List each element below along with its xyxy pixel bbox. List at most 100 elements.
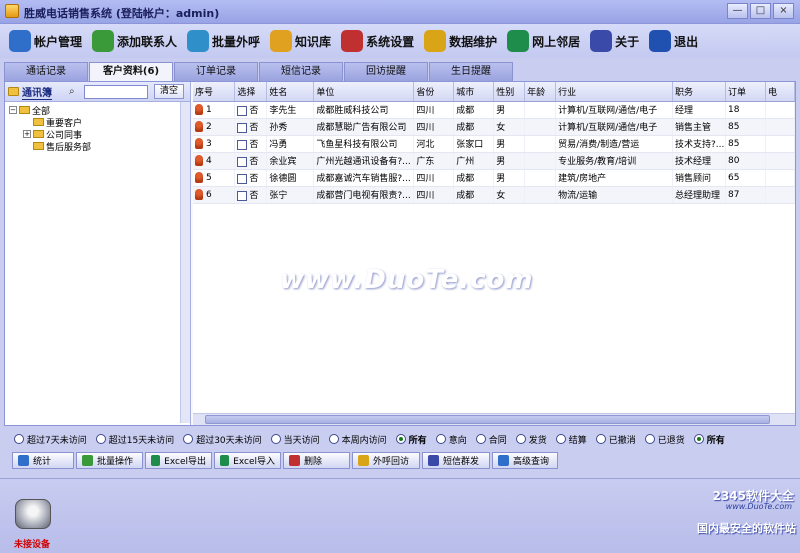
column-header[interactable]: 行业 — [555, 82, 674, 102]
query-button[interactable]: 高级查询 — [492, 452, 558, 469]
sms-button[interactable]: 短信群发 — [422, 452, 490, 469]
tab-3[interactable]: 短信记录 — [259, 62, 343, 81]
tree-node[interactable]: 售后服务部 — [9, 140, 186, 153]
toolbar-button-add-contact[interactable]: 添加联系人 — [89, 26, 180, 56]
column-header[interactable]: 年龄 — [524, 82, 557, 102]
radio-button[interactable] — [435, 434, 446, 444]
column-header[interactable]: 电 — [765, 82, 795, 102]
cell-6: 男 — [493, 169, 526, 187]
radio-button[interactable] — [183, 434, 194, 444]
table-row[interactable]: 1 否李先生 成都胜威科技公司 四川 成都男 计算机/互联网/通信/电子 经理 18 — [193, 101, 795, 119]
clear-button[interactable]: 清空 — [154, 84, 184, 99]
tab-1[interactable]: 客户资料(6) — [89, 62, 173, 82]
select-checkbox[interactable] — [237, 139, 248, 150]
column-header[interactable]: 单位 — [313, 82, 415, 102]
toolbar-button-batch-call[interactable]: 批量外呼 — [184, 26, 263, 56]
column-header[interactable]: 城市 — [453, 82, 495, 102]
radio-button[interactable] — [328, 434, 339, 444]
close-button[interactable]: × — [773, 3, 794, 19]
radio-label: 超过15天未访问 — [108, 435, 175, 446]
toolbar-button-settings[interactable]: 系统设置 — [338, 26, 417, 56]
select-checkbox[interactable] — [237, 173, 248, 184]
filter-radio[interactable]: 超过7天未访问 — [14, 433, 87, 446]
radio-button[interactable] — [395, 434, 406, 444]
filter-radio[interactable]: 已撤消 — [595, 433, 636, 446]
radio-button[interactable] — [555, 434, 566, 444]
select-value: 否 — [249, 123, 259, 133]
maximize-button[interactable]: □ — [750, 3, 771, 19]
cell-4: 四川 — [413, 118, 455, 136]
toolbar-button-account[interactable]: 帐户管理 — [6, 26, 85, 56]
cell-seq: 1 — [193, 101, 236, 119]
column-header[interactable]: 订单 — [725, 82, 766, 102]
grid-hscrollbar[interactable] — [193, 413, 795, 425]
tab-5[interactable]: 生日提醒 — [429, 62, 513, 81]
tab-0[interactable]: 通话记录 — [4, 62, 88, 81]
cell-8: 建筑/房地产 — [555, 169, 674, 187]
table-row[interactable]: 2 否孙秀 成都慧聪广告有限公司 四川 成都女 计算机/互联网/通信/电子 销售主管 85 — [193, 118, 795, 136]
select-checkbox[interactable] — [237, 190, 248, 201]
toolbar-button-knowledge[interactable]: 知识库 — [267, 26, 334, 56]
column-header[interactable]: 职务 — [672, 82, 727, 102]
contact-search-input[interactable] — [84, 84, 148, 99]
table-row[interactable]: 3 否冯勇 飞鱼星科技有限公司 河北 张家口男 贸易/消费/制造/营运 技术支持?... 85 — [193, 135, 795, 153]
cell-4: 四川 — [413, 169, 455, 187]
filter-radio[interactable]: 发货 — [515, 433, 547, 446]
tree-node[interactable]: − 全部 — [9, 104, 186, 117]
excel-export-button[interactable]: Excel导出 — [145, 452, 212, 469]
column-header[interactable]: 性别 — [493, 82, 526, 102]
callback-button[interactable]: 外呼回访 — [352, 452, 420, 469]
cell-3: 成都营门电视有限责?... — [313, 186, 415, 204]
filter-radio[interactable]: 当天访问 — [270, 433, 320, 446]
excel-import-button[interactable]: Excel导入 — [214, 452, 281, 469]
radio-button[interactable] — [515, 434, 526, 444]
filter-radio[interactable]: 合同 — [475, 433, 507, 446]
tree-expander-icon[interactable]: + — [23, 130, 31, 138]
filter-radio[interactable]: 所有 — [693, 433, 725, 446]
select-checkbox[interactable] — [237, 122, 248, 133]
toolbar-button-exit[interactable]: 退出 — [646, 26, 701, 56]
toolbar-label: 网上邻居 — [532, 34, 581, 49]
filter-radio[interactable]: 结算 — [555, 433, 587, 446]
filter-radio[interactable]: 所有 — [395, 433, 427, 446]
table-row[interactable]: 4 否余业宾 广州光越通讯设备有?... 广东 广州男 专业服务/教育/培训 技术经理 80 — [193, 152, 795, 170]
column-header[interactable]: 序号 — [193, 82, 236, 102]
filter-radio[interactable]: 意向 — [435, 433, 467, 446]
radio-button[interactable] — [95, 434, 106, 444]
sidebar-scrollbar[interactable] — [180, 102, 190, 423]
tree-expander-icon[interactable]: − — [9, 106, 17, 114]
sidebar-title[interactable]: 通讯簿 — [22, 84, 52, 100]
column-header[interactable]: 姓名 — [266, 82, 315, 102]
radio-button[interactable] — [644, 434, 655, 444]
person-icon — [195, 155, 203, 166]
stats-button[interactable]: 统计 — [12, 452, 74, 469]
filter-radio[interactable]: 超过30天未访问 — [183, 433, 262, 446]
column-header[interactable]: 选择 — [234, 82, 268, 102]
radio-button[interactable] — [693, 434, 704, 444]
radio-button[interactable] — [270, 434, 281, 444]
watermark-text: www.DuoTe.com — [280, 265, 534, 295]
scroll-thumb[interactable] — [205, 415, 770, 424]
tab-4[interactable]: 回访提醒 — [344, 62, 428, 81]
radio-button[interactable] — [14, 434, 24, 444]
tab-2[interactable]: 订单记录 — [174, 62, 258, 81]
toolbar-button-network[interactable]: 网上邻居 — [504, 26, 583, 56]
tree-node[interactable]: 重要客户 — [9, 116, 186, 129]
toolbar-button-about[interactable]: 关于 — [587, 26, 642, 56]
tree-node[interactable]: + 公司同事 — [9, 128, 186, 141]
filter-radio[interactable]: 已退货 — [644, 433, 685, 446]
delete-button[interactable]: 删除 — [283, 452, 350, 469]
table-row[interactable]: 6 否张宁 成都营门电视有限责?... 四川 成都女 物流/运输 总经理助理 87 — [193, 186, 795, 204]
batch-button[interactable]: 批量操作 — [76, 452, 143, 469]
table-row[interactable]: 5 否徐德圆 成都嘉诚汽车销售服?... 四川 成都男 建筑/房地产 销售顾问 65 — [193, 169, 795, 187]
column-header[interactable]: 省份 — [413, 82, 455, 102]
filter-radio[interactable]: 本周内访问 — [328, 433, 387, 446]
toolbar-button-data[interactable]: 数据维护 — [421, 26, 500, 56]
minimize-button[interactable]: — — [727, 3, 748, 19]
select-checkbox[interactable] — [237, 105, 248, 116]
radio-button[interactable] — [595, 434, 606, 444]
radio-button[interactable] — [475, 434, 486, 444]
select-checkbox[interactable] — [237, 156, 248, 167]
telephone-device-icon[interactable] — [15, 499, 51, 529]
filter-radio[interactable]: 超过15天未访问 — [95, 433, 175, 446]
